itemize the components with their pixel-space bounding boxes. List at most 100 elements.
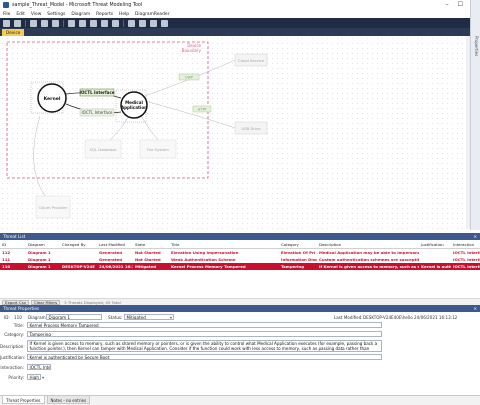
cell-category: Tampering (279, 263, 317, 270)
kernel-label: Kernel (44, 96, 61, 102)
diagram-svg[interactable]: Device Boundary Cloud Service USB Drive … (0, 36, 470, 229)
menu-file[interactable]: File (3, 12, 10, 17)
category-field[interactable]: Tampering (27, 331, 382, 337)
category-label: Category: (4, 332, 24, 337)
threat-table: ID Diagram Changed By Last Modified Stat… (0, 241, 480, 270)
menu-settings[interactable]: Settings (47, 12, 65, 17)
cell-id: 111 (2, 257, 11, 262)
table-row[interactable]: 111 Diagram 1 Generated Not Started Weak… (0, 256, 480, 263)
table-row[interactable]: 112 Diagram 1 Generated Not Started Elev… (0, 249, 480, 257)
tab-device[interactable]: Device (2, 29, 25, 36)
maximize-icon[interactable]: ☐ (458, 1, 463, 8)
close-panel-icon[interactable]: ✕ (473, 305, 477, 312)
status-select[interactable]: Mitigated (124, 314, 174, 320)
threat-table-header: ID Diagram Changed By Last Modified Stat… (0, 241, 480, 249)
menu-help[interactable]: Help (119, 12, 129, 17)
flow-to-sql[interactable] (109, 113, 131, 141)
col-description[interactable]: Description (317, 241, 419, 249)
cell-category: Elevation Of Pri (281, 250, 316, 255)
description-field[interactable]: If Kernel is given access to memory, suc… (27, 340, 382, 352)
cell-justification (419, 256, 451, 263)
cell-modified: Generated (99, 250, 123, 255)
cell-modified: 24/06/2021 16:1 (97, 263, 133, 270)
cell-id: 112 (2, 250, 11, 255)
window-title: sample_Threat_Model - Microsoft Threat M… (12, 2, 143, 8)
flow-to-oauth[interactable] (33, 115, 46, 197)
tab-notes[interactable]: Notes - no entries (46, 396, 91, 404)
col-justification[interactable]: Justification (419, 241, 451, 249)
status-label: Status: (108, 315, 123, 320)
export-csv-button[interactable]: Export Csv (2, 299, 30, 305)
menu-edit[interactable]: Edit (16, 12, 25, 17)
flow-to-fs[interactable] (139, 113, 159, 141)
flow-to-usb[interactable] (144, 100, 236, 129)
analysis-icon[interactable] (41, 19, 48, 27)
cloud-service-label: Cloud Service (238, 58, 265, 63)
col-state[interactable]: State (133, 241, 169, 249)
paste-icon[interactable] (90, 19, 97, 27)
cell-justification: Kernel is authen (419, 263, 451, 270)
properties-strip[interactable]: Properties (470, 0, 480, 230)
cut-icon[interactable] (79, 19, 86, 27)
cell-category: Information Disc (281, 257, 317, 262)
medical-label-2: Application (121, 105, 147, 110)
col-interaction[interactable]: Interaction (451, 241, 480, 249)
threat-properties-title: Threat Properties (3, 306, 40, 311)
redo-icon[interactable] (112, 19, 119, 27)
cell-changed-by: DESKTOP-V24E (60, 263, 97, 270)
menu-view[interactable]: View (31, 12, 41, 17)
last-modified-label: Last Modified: (334, 315, 363, 320)
title-field[interactable]: Kernel Process Memory Tampered (27, 322, 382, 328)
bottom-tabs: Threat Properties Notes - no entries (0, 395, 480, 405)
cell-diagram: Diagram 1 (28, 257, 51, 262)
cell-modified: Generated (99, 257, 123, 262)
col-last-modified[interactable]: Last Modified (97, 241, 133, 249)
col-category[interactable]: Category (279, 241, 317, 249)
menu-reports[interactable]: Reports (96, 12, 113, 17)
interaction-field[interactable]: IOCTL Interface (27, 364, 51, 370)
title-label: Title: (13, 323, 24, 328)
menu-diagram[interactable]: Diagram (71, 12, 90, 17)
threat-list-title: Threat List (3, 234, 26, 239)
cell-description: Medical Application may be able to imper… (319, 250, 419, 255)
col-id[interactable]: ID (0, 241, 26, 249)
menu-bar: File Edit View Settings Diagram Reports … (0, 10, 480, 18)
chevron-down-icon[interactable]: ▾ (42, 375, 44, 380)
cell-title: Elevation Using Impersonation (171, 250, 239, 255)
col-changed-by[interactable]: Changed By (60, 241, 97, 249)
close-panel-icon[interactable]: ✕ (473, 233, 477, 240)
design-icon[interactable] (52, 19, 59, 27)
cell-id: 110 (0, 263, 26, 270)
save-icon[interactable] (14, 19, 21, 27)
toolbar-divider (123, 19, 124, 27)
priority-select[interactable]: High (27, 374, 41, 380)
col-title[interactable]: Title (169, 241, 279, 249)
diagram-field[interactable]: Diagram 1 (46, 314, 102, 320)
sql-database-label: SQL Database (90, 147, 118, 152)
chevron-down-icon[interactable]: ▾ (170, 315, 172, 320)
clear-filters-button[interactable]: Clear Filters (31, 299, 61, 305)
properties-strip-label[interactable]: Properties (474, 36, 479, 56)
threat-list-footer: Export Csv Clear Filters 3 Threats Displ… (0, 298, 480, 305)
toolbar (0, 18, 480, 28)
zoom-out-icon[interactable] (139, 19, 146, 27)
cell-justification (419, 249, 451, 257)
report-icon[interactable] (30, 19, 37, 27)
boundary-label-2: Boundary (182, 48, 202, 53)
open-icon[interactable] (3, 19, 10, 27)
zoom-in-icon[interactable] (128, 19, 135, 27)
menu-diagramreader[interactable]: DiagramReader (135, 12, 169, 17)
file-system-label: File System (147, 147, 169, 152)
col-diagram[interactable]: Diagram (26, 241, 60, 249)
document-tabs: Device (0, 28, 480, 36)
table-row-selected[interactable]: 110 Diagram 1 DESKTOP-V24E 24/06/2021 16… (0, 263, 480, 270)
fit-icon[interactable] (150, 19, 157, 27)
filter-icon[interactable] (161, 19, 168, 27)
tab-threat-properties[interactable]: Threat Properties (2, 396, 45, 404)
justification-field[interactable]: Kernel is authenticated by Secure Boot (27, 354, 382, 360)
minimize-icon[interactable]: – (446, 1, 449, 8)
diagram-canvas[interactable]: Device Boundary Cloud Service USB Drive … (0, 36, 470, 229)
copy-icon[interactable] (68, 19, 75, 27)
undo-icon[interactable] (101, 19, 108, 27)
title-bar: sample_Threat_Model - Microsoft Threat M… (0, 0, 480, 10)
